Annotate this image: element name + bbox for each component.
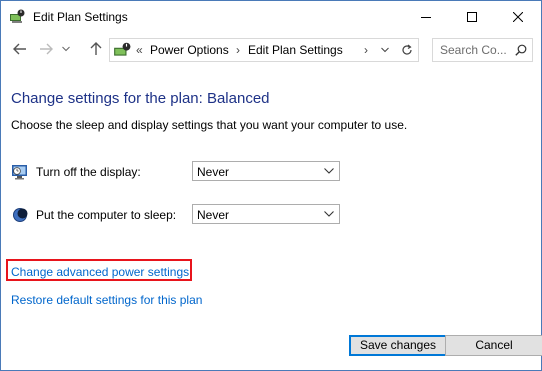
- close-icon: [513, 11, 523, 22]
- title-bar: Edit Plan Settings: [1, 1, 541, 32]
- computer-sleep-select[interactable]: Never: [192, 204, 340, 224]
- restore-default-settings-link[interactable]: Restore default settings for this plan: [11, 293, 202, 307]
- chevron-down-icon: [324, 168, 334, 174]
- search-box[interactable]: Search Co...: [432, 38, 533, 62]
- up-arrow-icon: [90, 42, 102, 55]
- display-icon: [11, 163, 29, 181]
- breadcrumb-power-options[interactable]: Power Options: [150, 43, 229, 57]
- edit-plan-settings-window: Edit Plan Settings « Power Options › Edi…: [0, 0, 542, 371]
- refresh-icon: [402, 44, 412, 55]
- address-bar[interactable]: « Power Options › Edit Plan Settings ›: [109, 38, 397, 62]
- up-button[interactable]: [87, 40, 105, 58]
- back-button[interactable]: [11, 40, 29, 58]
- minimize-button[interactable]: [403, 1, 449, 32]
- save-changes-button[interactable]: Save changes: [349, 335, 447, 356]
- search-icon[interactable]: [515, 44, 527, 56]
- maximize-icon: [467, 11, 477, 22]
- turn-off-display-value: Never: [197, 165, 230, 179]
- forward-arrow-icon: [40, 43, 53, 55]
- page-title: Change settings for the plan: Balanced: [11, 90, 270, 107]
- close-button[interactable]: [495, 1, 541, 32]
- search-input[interactable]: Search Co...: [440, 43, 507, 57]
- chevron-down-icon: [324, 211, 334, 217]
- breadcrumb-separator[interactable]: ›: [364, 43, 368, 57]
- page-subtitle: Choose the sleep and display settings th…: [11, 118, 408, 132]
- breadcrumb-edit-plan-settings[interactable]: Edit Plan Settings: [248, 43, 343, 57]
- recent-locations-button[interactable]: [57, 40, 75, 58]
- change-advanced-power-settings-link[interactable]: Change advanced power settings: [11, 265, 189, 279]
- cancel-button[interactable]: Cancel: [445, 335, 542, 356]
- sleep-moon-icon: [11, 206, 29, 224]
- minimize-icon: [421, 16, 431, 18]
- forward-button[interactable]: [37, 40, 55, 58]
- refresh-button[interactable]: [396, 38, 419, 62]
- computer-sleep-value: Never: [197, 208, 230, 222]
- computer-sleep-label: Put the computer to sleep:: [36, 208, 177, 222]
- back-arrow-icon: [13, 43, 26, 55]
- navigation-bar: « Power Options › Edit Plan Settings › S…: [1, 37, 541, 63]
- turn-off-display-label: Turn off the display:: [36, 165, 141, 179]
- chevron-down-icon: [381, 47, 389, 53]
- turn-off-display-select[interactable]: Never: [192, 161, 340, 181]
- power-options-icon: [113, 41, 131, 59]
- address-dropdown-button[interactable]: [374, 39, 396, 61]
- chevron-down-icon: [62, 46, 70, 52]
- power-options-icon: [9, 8, 25, 24]
- window-title: Edit Plan Settings: [33, 10, 128, 24]
- maximize-button[interactable]: [449, 1, 495, 32]
- breadcrumb-separator[interactable]: ›: [236, 43, 240, 57]
- breadcrumb-overflow[interactable]: «: [136, 43, 143, 57]
